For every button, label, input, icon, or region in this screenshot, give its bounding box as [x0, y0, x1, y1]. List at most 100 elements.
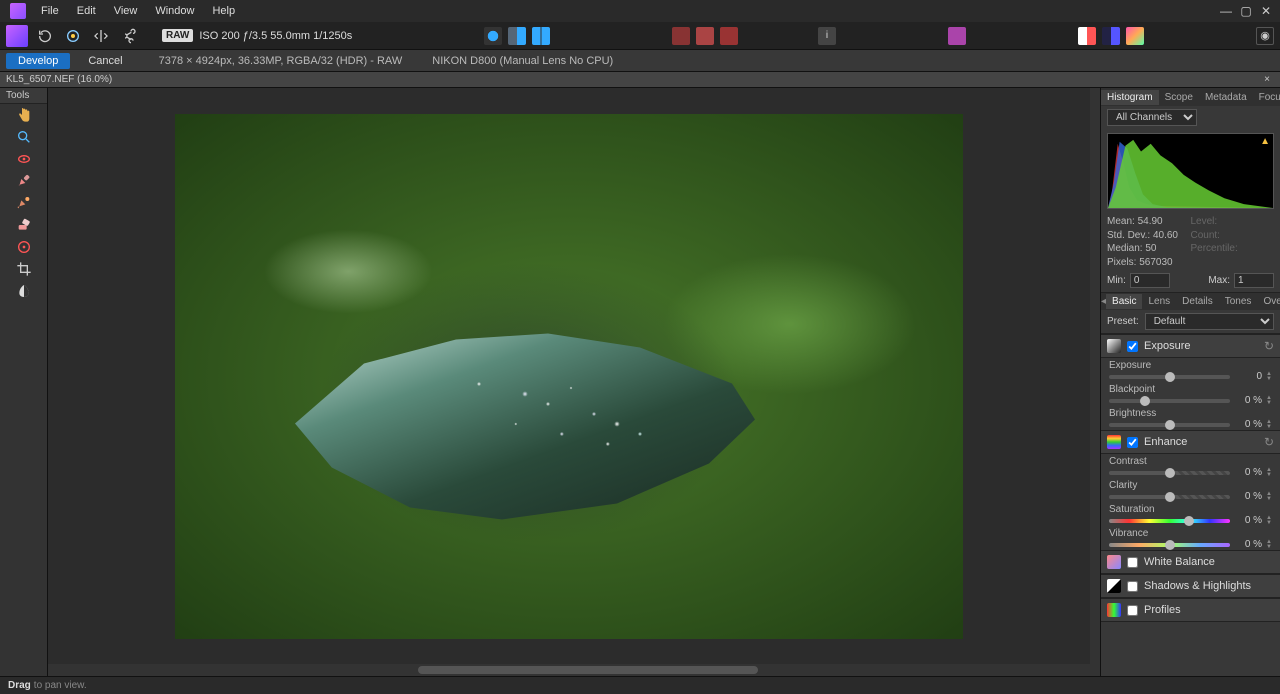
section-exposure[interactable]: Exposure ↻: [1101, 334, 1280, 358]
tab-histogram[interactable]: Histogram: [1101, 90, 1159, 105]
action-bar: Develop Cancel 7378 × 4924px, 36.33MP, R…: [0, 50, 1280, 72]
menu-window[interactable]: Window: [146, 2, 203, 20]
app-logo-icon: [10, 3, 26, 19]
min-input[interactable]: [1130, 273, 1170, 288]
menu-edit[interactable]: Edit: [68, 2, 105, 20]
swatch-b-icon[interactable]: [1102, 27, 1120, 45]
close-tab-icon[interactable]: ×: [1260, 74, 1274, 85]
crop-tool-icon[interactable]: [8, 258, 40, 280]
zoom-tool-icon[interactable]: [8, 126, 40, 148]
enhance-label-1: Clarity: [1109, 480, 1272, 491]
account-icon[interactable]: ◉: [1256, 27, 1274, 45]
enhance-slider-2[interactable]: [1109, 519, 1230, 523]
mirror-view-icon[interactable]: [532, 27, 550, 45]
redeye-tool-icon[interactable]: [8, 148, 40, 170]
enhance-reset-icon[interactable]: ↻: [1264, 435, 1274, 449]
exposure-label-0: Exposure: [1109, 360, 1272, 371]
exposure-stepper-0[interactable]: ▲▼: [1266, 372, 1272, 382]
camera-info: NIKON D800 (Manual Lens No CPU): [432, 55, 613, 67]
exposure-slider-1[interactable]: [1109, 399, 1230, 403]
exposure-icon: [1107, 339, 1121, 353]
max-input[interactable]: [1234, 273, 1274, 288]
refresh-icon[interactable]: [34, 25, 56, 47]
menu-view[interactable]: View: [105, 2, 147, 20]
overlay-paint-tool-icon[interactable]: [8, 192, 40, 214]
enhance-checkbox[interactable]: [1127, 437, 1138, 448]
swatch-c-icon[interactable]: [1126, 27, 1144, 45]
swatch-a-icon[interactable]: [1078, 27, 1096, 45]
shadows-highlights-checkbox[interactable]: [1127, 581, 1138, 592]
enhance-value-3: 0 %: [1234, 539, 1262, 550]
enhance-value-1: 0 %: [1234, 491, 1262, 502]
enhance-label-2: Saturation: [1109, 504, 1272, 515]
tab-details[interactable]: Details: [1176, 294, 1219, 309]
tab-tones[interactable]: Tones: [1219, 294, 1258, 309]
enhance-stepper-2[interactable]: ▲▼: [1266, 516, 1272, 526]
profiles-checkbox[interactable]: [1127, 605, 1138, 616]
section-shadows-highlights[interactable]: Shadows & Highlights: [1101, 574, 1280, 598]
statusbar: Drag to pan view.: [0, 676, 1280, 694]
exposure-stepper-2[interactable]: ▲▼: [1266, 420, 1272, 430]
window-maximize-icon[interactable]: ▢: [1236, 4, 1256, 18]
exposure-slider-2[interactable]: [1109, 423, 1230, 427]
canvas-image[interactable]: [175, 114, 963, 639]
single-view-icon[interactable]: [484, 27, 502, 45]
window-minimize-icon[interactable]: —: [1216, 4, 1236, 18]
enhance-slider-1[interactable]: [1109, 495, 1230, 499]
exposure-checkbox[interactable]: [1127, 341, 1138, 352]
clip-tones-icon[interactable]: [720, 27, 738, 45]
chrome-icon[interactable]: [62, 25, 84, 47]
menu-help[interactable]: Help: [203, 2, 244, 20]
section-enhance[interactable]: Enhance ↻: [1101, 430, 1280, 454]
shadows-highlights-icon: [1107, 579, 1121, 593]
enhance-stepper-0[interactable]: ▲▼: [1266, 468, 1272, 478]
tab-focus[interactable]: Focus: [1253, 90, 1280, 105]
mirror-icon[interactable]: [90, 25, 112, 47]
canvas-area[interactable]: [48, 88, 1090, 676]
overlay-erase-tool-icon[interactable]: [8, 214, 40, 236]
overlay-gradient-tool-icon[interactable]: [8, 236, 40, 258]
horizontal-scrollbar[interactable]: [48, 664, 1090, 676]
channel-select[interactable]: All Channels: [1107, 109, 1197, 126]
profiles-label: Profiles: [1144, 604, 1181, 616]
tab-lens[interactable]: Lens: [1142, 294, 1176, 309]
window-close-icon[interactable]: ✕: [1256, 4, 1276, 18]
menu-file[interactable]: File: [32, 2, 68, 20]
exposure-slider-0[interactable]: [1109, 375, 1230, 379]
share-icon[interactable]: [118, 25, 140, 47]
enhance-slider-0[interactable]: [1109, 471, 1230, 475]
raw-badge: RAW: [162, 29, 193, 42]
white-balance-checkbox[interactable]: [1127, 557, 1138, 568]
tab-basic[interactable]: Basic: [1106, 294, 1142, 309]
white-balance-label: White Balance: [1144, 556, 1215, 568]
enhance-value-2: 0 %: [1234, 515, 1262, 526]
cancel-button[interactable]: Cancel: [78, 53, 132, 69]
hand-tool-icon[interactable]: [8, 104, 40, 126]
exposure-label-1: Blackpoint: [1109, 384, 1272, 395]
exposure-reset-icon[interactable]: ↻: [1264, 339, 1274, 353]
tab-overlays[interactable]: Overlays: [1257, 294, 1280, 309]
section-white-balance[interactable]: White Balance: [1101, 550, 1280, 574]
preset-select[interactable]: Default: [1145, 313, 1274, 330]
enhance-icon: [1107, 435, 1121, 449]
enhance-stepper-1[interactable]: ▲▼: [1266, 492, 1272, 502]
persona-photo-icon[interactable]: [6, 25, 28, 47]
info-icon[interactable]: i: [818, 27, 836, 45]
vertical-scrollbar[interactable]: [1090, 88, 1100, 676]
enhance-slider-3[interactable]: [1109, 543, 1230, 547]
clip-shadows-icon[interactable]: [672, 27, 690, 45]
assistant-icon[interactable]: [948, 27, 966, 45]
document-tab[interactable]: KL5_6507.NEF (16.0%): [6, 74, 112, 85]
enhance-stepper-3[interactable]: ▲▼: [1266, 540, 1272, 550]
tab-scope[interactable]: Scope: [1159, 90, 1199, 105]
profiles-icon: [1107, 603, 1121, 617]
histogram[interactable]: ▲: [1107, 133, 1274, 209]
section-profiles[interactable]: Profiles: [1101, 598, 1280, 622]
tab-metadata[interactable]: Metadata: [1199, 90, 1253, 105]
split-view-icon[interactable]: [508, 27, 526, 45]
white-balance-tool-icon[interactable]: [8, 280, 40, 302]
clip-highlights-icon[interactable]: [696, 27, 714, 45]
develop-button[interactable]: Develop: [6, 53, 70, 69]
exposure-stepper-1[interactable]: ▲▼: [1266, 396, 1272, 406]
blemish-tool-icon[interactable]: [8, 170, 40, 192]
